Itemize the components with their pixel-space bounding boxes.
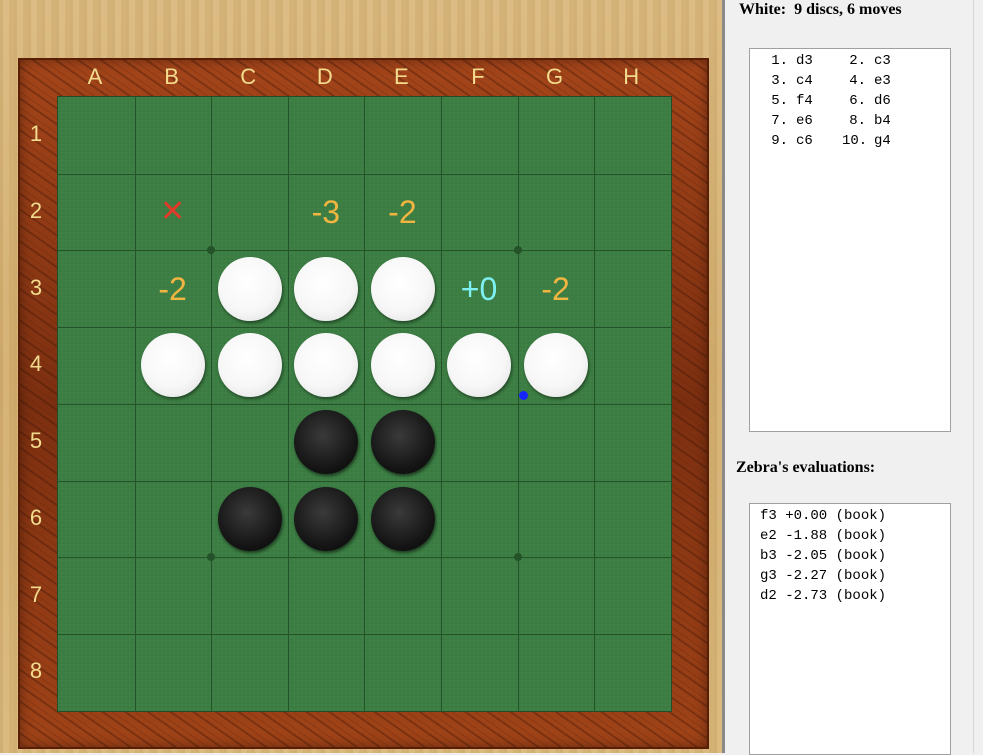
column-label-c: C [240,64,257,89]
star-point [514,246,522,254]
column-label-g: G [546,64,564,89]
evaluations-title: Zebra's evaluations: [736,459,876,476]
column-label-b: B [164,64,179,89]
white-disc-g4 [523,333,588,398]
row-label-3: 3 [29,274,43,300]
star-point [514,553,522,561]
move-number: 5. [771,93,788,109]
row-label-5: 5 [29,428,43,454]
blocked-x-icon: ✕ [160,195,186,229]
evaluation-item[interactable]: d2 -2.73 (book) [750,586,950,606]
move-number: 3. [771,73,788,89]
white-disc-e3 [370,256,435,321]
move-eval-f3[interactable]: +0 [441,269,517,309]
column-label-a: A [87,64,103,89]
move-notation: c4 [796,73,813,89]
evaluation-item[interactable]: g3 -2.27 (book) [750,566,950,586]
grid-line [594,97,595,711]
row-label-6: 6 [29,504,43,530]
evaluation-item[interactable]: e2 -1.88 (book) [750,526,950,546]
star-point [207,246,215,254]
white-disc-e4 [370,333,435,398]
move-number: 9. [771,133,788,149]
move-notation: b4 [874,113,891,129]
last-move-marker [518,390,528,400]
move-eval-b3[interactable]: -2 [135,269,211,309]
move-notation: e6 [796,113,813,129]
move-notation: e3 [874,73,891,89]
star-point [207,553,215,561]
move-notation: g4 [874,133,891,149]
row-label-1: 1 [29,121,43,147]
row-label-8: 8 [29,658,43,684]
move-number: 6. [849,93,866,109]
black-disc-e6 [370,486,435,551]
black-disc-e5 [370,410,435,475]
black-disc-d6 [294,486,359,551]
evaluations-list[interactable]: f3 +0.00 (book) e2 -1.88 (book) b3 -2.05 (… [749,503,951,755]
grid-line [441,97,442,711]
move-eval-e2[interactable]: -2 [364,192,440,232]
grid-line [58,481,671,482]
grid-line [58,557,671,558]
move-notation: f4 [796,93,813,109]
move-number: 4. [849,73,866,89]
evaluation-item[interactable]: f3 +0.00 (book) [750,506,950,526]
status-title: White: 9 discs, 6 moves [739,1,902,18]
move-eval-d2[interactable]: -3 [288,192,364,232]
move-list[interactable]: 1. d3 2. c3 3. c4 4. e3 5. f4 6. d6 7. e6 8. b4 9. c6 10. g… [749,48,951,432]
white-disc-d4 [294,333,359,398]
column-label-f: F [471,64,485,89]
othello-board[interactable]: -3 -2 -2 +0 -2 ✕ [57,96,672,712]
grid-line [58,404,671,405]
column-label-h: H [623,64,640,89]
white-disc-d3 [294,256,359,321]
black-disc-d5 [294,410,359,475]
black-disc-c6 [217,486,282,551]
move-number: 1. [771,53,788,69]
move-row: 5. f4 6. d6 [750,91,950,111]
move-notation: c3 [874,53,891,69]
move-row: 1. d3 2. c3 [750,51,950,71]
column-label-e: E [394,64,409,89]
move-number: 7. [771,113,788,129]
grid-line [58,634,671,635]
white-disc-b4 [140,333,205,398]
row-label-2: 2 [29,198,43,224]
window-edge [973,0,983,753]
move-number: 2. [849,53,866,69]
grid-line [518,97,519,711]
move-row: 3. c4 4. e3 [750,71,950,91]
column-label-d: D [316,64,333,89]
move-notation: d6 [874,93,891,109]
white-disc-f4 [447,333,512,398]
move-number: 10. [842,133,868,149]
move-notation: d3 [796,53,813,69]
evaluation-item[interactable]: b3 -2.05 (book) [750,546,950,566]
move-notation: c6 [796,133,813,149]
move-row: 7. e6 8. b4 [750,111,950,131]
row-label-7: 7 [29,581,43,607]
side-panel: White: 9 discs, 6 moves 1. d3 2. c3 3. c4 4. e3… [725,0,983,755]
move-eval-g3[interactable]: -2 [518,269,594,309]
move-row: 9. c6 10. g4 [750,131,950,151]
row-label-4: 4 [29,351,43,377]
white-disc-c3 [217,256,282,321]
white-disc-c4 [217,333,282,398]
move-number: 8. [849,113,866,129]
